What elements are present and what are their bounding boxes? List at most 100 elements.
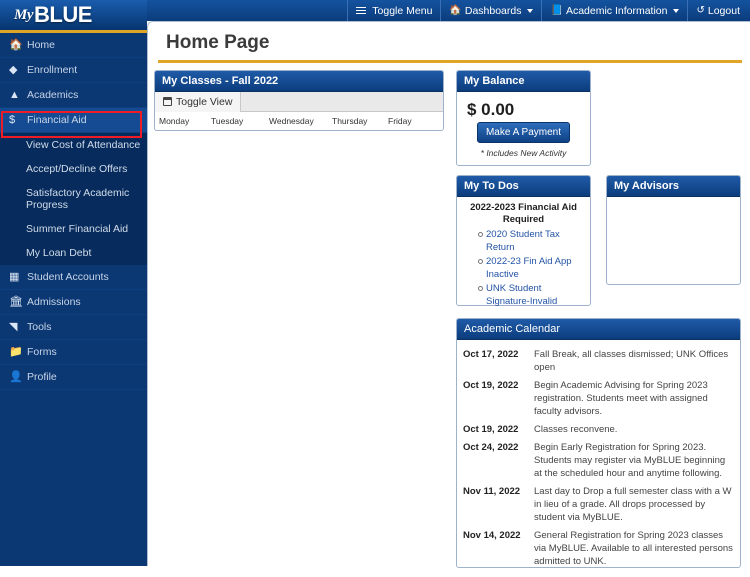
sidebar-item-label: Financial Aid — [27, 114, 87, 126]
my-advisors-panel: My Advisors — [606, 175, 741, 285]
sidebar-item-forms[interactable]: 📁 Forms — [0, 340, 147, 365]
calendar-description: Last day to Drop a full semester class w… — [534, 486, 732, 523]
sidebar-item-satisfactory-academic-progress[interactable]: Satisfactory Academic Progress — [0, 181, 147, 217]
hamburger-icon — [356, 6, 367, 15]
bank-icon: 🏛 — [9, 295, 23, 308]
myblue-logo[interactable]: My BLUE — [0, 0, 147, 30]
chart-icon: ◥ — [9, 320, 18, 333]
balance-amount: $ 0.00 — [467, 100, 515, 119]
calendar-description: Classes reconvene. — [534, 424, 618, 435]
calendar-row: Oct 24, 2022 Begin Early Registration fo… — [463, 441, 734, 480]
weekday-header-row: Monday Tuesday Wednesday Thursday Friday — [155, 112, 443, 130]
my-advisors-header: My Advisors — [607, 176, 740, 197]
weekday-monday: Monday — [159, 116, 190, 126]
sidebar-item-label: Profile — [27, 371, 57, 383]
home-icon: 🏠 — [449, 4, 462, 16]
toggle-view-button[interactable]: Toggle View — [155, 91, 242, 112]
logo-my-text: My — [14, 6, 34, 23]
calendar-icon — [163, 97, 172, 106]
sidebar-item-label: Home — [27, 39, 56, 51]
sidebar-item-enrollment[interactable]: ◆ Enrollment — [0, 58, 147, 83]
topnav-label: Dashboards — [464, 4, 522, 17]
graduation-cap-icon: ▲ — [9, 88, 20, 101]
topnav-toggle-menu[interactable]: Toggle Menu — [347, 0, 440, 21]
sidebar-item-label: Student Accounts — [27, 271, 109, 283]
weekday-tuesday: Tuesday — [211, 116, 244, 126]
calendar-row: Nov 14, 2022 General Registration for Sp… — [463, 529, 734, 568]
sidebar-item-academics[interactable]: ▲ Academics — [0, 83, 147, 108]
todos-heading: 2022-2023 Financial Aid Required — [470, 202, 577, 225]
sidebar-item-label: Admissions — [27, 296, 81, 308]
my-balance-header: My Balance — [457, 71, 590, 92]
topnav-academic-information[interactable]: 📘 Academic Information — [541, 0, 687, 21]
sidebar-item-tools[interactable]: ◥ Tools — [0, 315, 147, 340]
weekday-thursday: Thursday — [332, 116, 368, 126]
logo-blue-text: BLUE — [34, 2, 92, 27]
calendar-description: Fall Break, all classes dismissed; UNK O… — [534, 349, 729, 373]
sidebar-navigation: 🏠 Home ◆ Enrollment ▲ Academics $ Financ… — [0, 33, 147, 566]
academic-calendar-header: Academic Calendar — [457, 319, 740, 340]
balance-note: * Includes New Activity — [480, 148, 567, 158]
calendar-row: Oct 19, 2022 Begin Academic Advising for… — [463, 379, 734, 418]
calendar-row: Oct 17, 2022 Fall Break, all classes dis… — [463, 348, 734, 374]
user-icon: 👤 — [9, 370, 23, 383]
sidebar-item-admissions[interactable]: 🏛 Admissions — [0, 290, 147, 315]
book-icon: 📘 — [550, 4, 563, 16]
topnav-label: Toggle Menu — [372, 4, 433, 17]
calendar-row: Oct 19, 2022 Classes reconvene. — [463, 423, 734, 436]
power-icon: ↺ — [696, 4, 705, 16]
calendar-date: Nov 11, 2022 — [463, 486, 521, 497]
sidebar-item-label: Summer Financial Aid — [26, 223, 129, 235]
sidebar-item-label: Enrollment — [27, 64, 78, 76]
sidebar-item-label: Forms — [27, 346, 57, 358]
page-title: Home Page — [166, 32, 270, 53]
sidebar-item-label: Satisfactory Academic Progress — [26, 187, 130, 211]
sidebar-item-view-cost-of-attendance[interactable]: View Cost of Attendance — [0, 133, 147, 157]
sidebar-item-home[interactable]: 🏠 Home — [0, 33, 147, 58]
academic-calendar-panel: Academic Calendar Oct 17, 2022 Fall Brea… — [456, 318, 741, 568]
calendar-date: Oct 19, 2022 — [463, 424, 519, 435]
home-icon: 🏠 — [9, 38, 23, 51]
todos-list: 2020 Student Tax Return 2022-23 Fin Aid … — [460, 228, 587, 308]
todo-item[interactable]: UNK Student Signature-Invalid — [478, 282, 587, 308]
sidebar-item-label: View Cost of Attendance — [26, 139, 141, 151]
sidebar-item-student-accounts[interactable]: ▦ Student Accounts — [0, 265, 147, 290]
main-content-area: Home Page My Classes - Fall 2022 Toggle … — [147, 21, 750, 568]
make-a-payment-button[interactable]: Make A Payment — [477, 122, 570, 143]
sidebar-item-label: Accept/Decline Offers — [26, 163, 128, 175]
topnav-logout[interactable]: ↺ Logout — [687, 0, 750, 21]
sidebar-item-my-loan-debt[interactable]: My Loan Debt — [0, 241, 147, 265]
layers-icon: ◆ — [9, 63, 18, 76]
sidebar-item-accept-decline-offers[interactable]: Accept/Decline Offers — [0, 157, 147, 181]
todo-item[interactable]: 2020 Student Tax Return — [478, 228, 587, 254]
todo-item[interactable]: 2022-23 Fin Aid App Inactive — [478, 255, 587, 281]
calendar-row: Nov 11, 2022 Last day to Drop a full sem… — [463, 485, 734, 524]
my-classes-header: My Classes - Fall 2022 — [155, 71, 443, 92]
calendar-date: Oct 24, 2022 — [463, 442, 519, 453]
topnav-label: Logout — [707, 4, 740, 17]
sidebar-item-profile[interactable]: 👤 Profile — [0, 365, 147, 390]
weekday-friday: Friday — [388, 116, 412, 126]
my-todos-panel: My To Dos 2022-2023 Financial Aid Requir… — [456, 175, 591, 308]
sidebar-item-label: Tools — [27, 321, 52, 333]
logo-underline — [0, 30, 147, 33]
my-classes-toolbar: Toggle View — [155, 91, 443, 112]
my-todos-header: My To Dos — [457, 176, 590, 197]
my-classes-panel: My Classes - Fall 2022 Toggle View Monda… — [154, 70, 444, 131]
my-balance-panel: My Balance $ 0.00 Make A Payment * Inclu… — [456, 70, 591, 166]
topnav-label: Academic Information — [565, 4, 668, 17]
building-icon: ▦ — [9, 270, 20, 283]
sidebar-item-label: Academics — [27, 89, 79, 101]
sidebar-item-label: My Loan Debt — [26, 247, 92, 259]
topnav-dashboards[interactable]: 🏠 Dashboards — [440, 0, 541, 21]
title-divider — [158, 60, 742, 63]
dollar-icon: $ — [9, 113, 16, 126]
chevron-down-icon — [673, 8, 680, 13]
calendar-description: Begin Early Registration for Spring 2023… — [534, 442, 726, 479]
my-advisors-body — [607, 197, 740, 207]
calendar-date: Oct 17, 2022 — [463, 349, 519, 360]
sidebar-item-summer-financial-aid[interactable]: Summer Financial Aid — [0, 217, 147, 241]
sidebar-item-financial-aid[interactable]: $ Financial Aid — [0, 108, 147, 133]
folder-icon: 📁 — [9, 345, 23, 358]
calendar-date: Nov 14, 2022 — [463, 530, 521, 541]
